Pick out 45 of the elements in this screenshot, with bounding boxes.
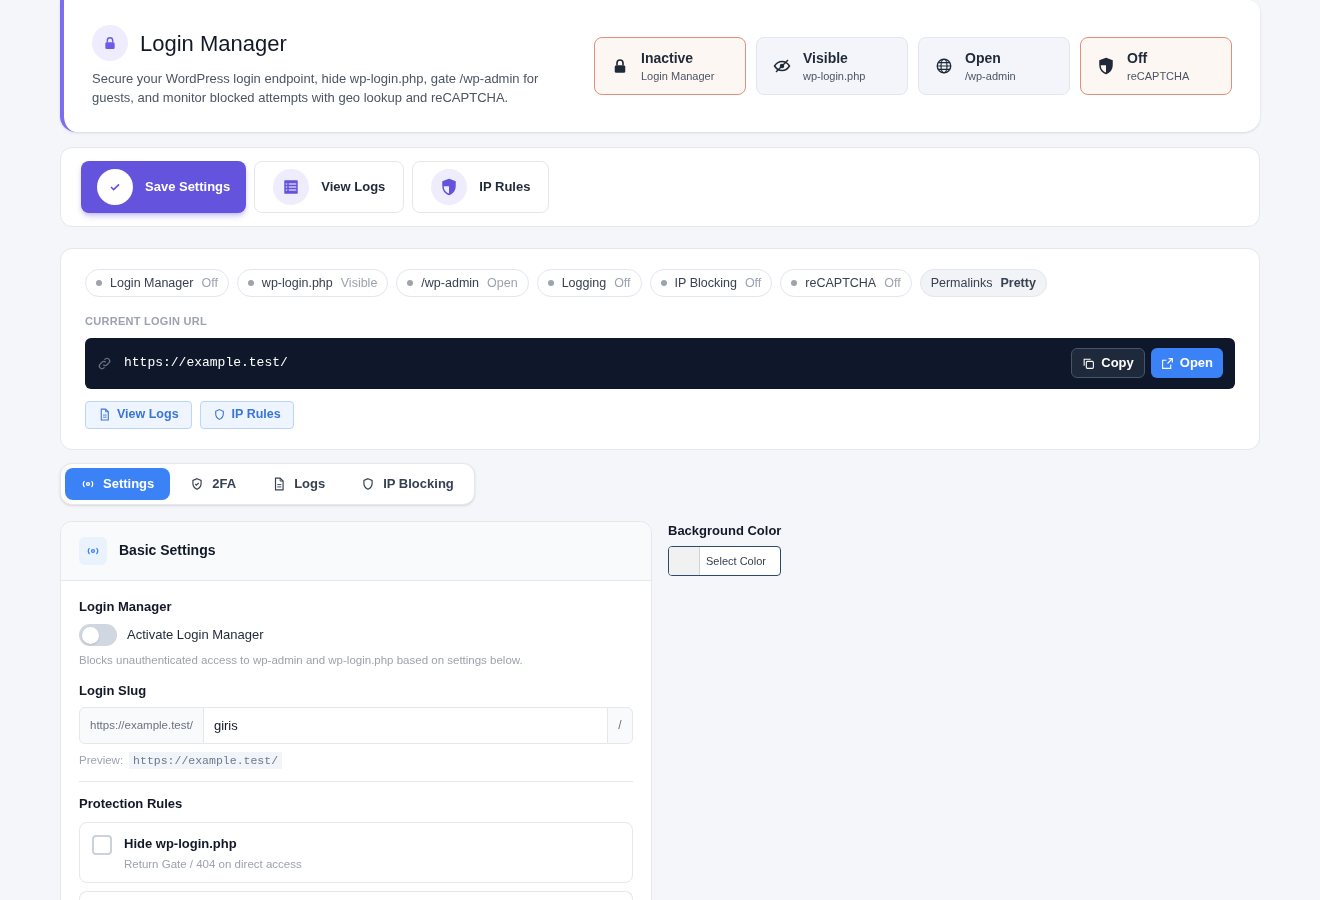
status-pill: /wp-admin Open: [396, 269, 529, 297]
action-button[interactable]: Save Settings: [81, 161, 247, 213]
action-button[interactable]: IP Rules: [412, 161, 550, 213]
link-button[interactable]: View Logs: [85, 400, 192, 429]
field-label: Background Color: [668, 521, 782, 540]
section-label: CURRENT LOGIN URL: [85, 314, 208, 329]
status-label: wp-login.php: [803, 68, 866, 84]
rule-title: Hide wp-login.php: [124, 834, 238, 853]
status-pill: Login Manager Off: [85, 269, 229, 297]
field-label: Login Manager: [79, 597, 173, 616]
page-description: Secure your WordPress login endpoint, hide wp-login.php, gate /wp-admin for guests, and monitor blocked attempts with geo lookup and reCAPTCHA.: [92, 70, 540, 107]
color-picker-button[interactable]: Select Color: [668, 546, 782, 576]
open-button[interactable]: Open: [1150, 348, 1223, 378]
status-label: /wp-admin: [965, 68, 1016, 84]
copy-button[interactable]: Copy: [1071, 348, 1145, 378]
status-pill: IP Blocking Off: [649, 269, 773, 297]
status-value: Visible: [803, 48, 849, 68]
status-pill: reCAPTCHA Off: [780, 269, 912, 297]
action-button[interactable]: View Logs: [254, 161, 405, 213]
preview-label: Preview:: [79, 752, 124, 768]
tab[interactable]: Logs: [256, 467, 342, 500]
status-pill: Permalinks Pretty: [919, 269, 1047, 297]
page-title: Login Manager: [140, 29, 287, 58]
field-label: Protection Rules: [79, 795, 184, 813]
help-text: Blocks unauthenticated access to wp-admin and wp-login.php based on settings below.: [79, 653, 524, 668]
status-value: Inactive: [641, 48, 695, 68]
preview-url: https://example.test/: [129, 751, 283, 769]
status-value: Off: [1127, 48, 1149, 68]
field-label: Login Slug: [79, 682, 148, 701]
tab[interactable]: IP Blocking: [345, 467, 470, 500]
status-pill: wp-login.php Visible: [236, 269, 389, 297]
login-url: https://example.test/: [124, 354, 288, 373]
link-button[interactable]: IP Rules: [199, 400, 294, 429]
status-label: reCAPTCHA: [1127, 68, 1190, 84]
rule-description: Return Gate / 404 on direct access: [124, 857, 302, 872]
status-pill: Logging Off: [536, 269, 642, 297]
tab[interactable]: Settings: [65, 467, 171, 500]
tab[interactable]: 2FA: [174, 467, 253, 500]
url-suffix: /: [607, 706, 633, 744]
url-prefix: https://example.test/: [79, 706, 204, 744]
slug-input[interactable]: giris: [203, 706, 607, 744]
toggle-label: Activate Login Manager: [127, 626, 264, 645]
status-label: Login Manager: [641, 68, 715, 84]
status-value: Open: [965, 48, 1002, 68]
card-title: Basic Settings: [119, 541, 216, 560]
